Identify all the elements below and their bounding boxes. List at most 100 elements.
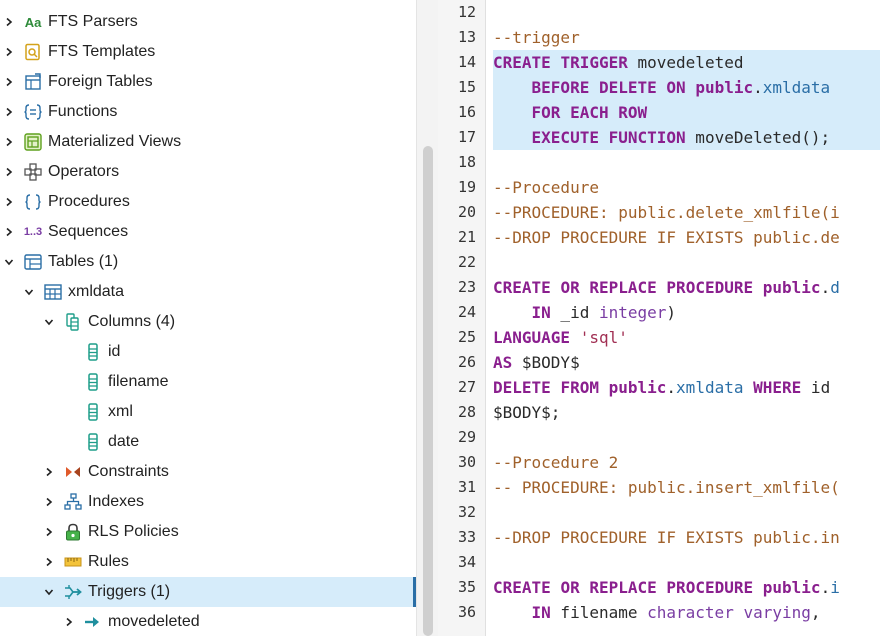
code-line-text[interactable] [493, 550, 880, 575]
expand-caret-icon[interactable] [40, 517, 58, 547]
tree-item-rules[interactable]: Rules [0, 547, 416, 577]
tree-item-triggers-1[interactable]: Triggers (1) [0, 577, 416, 607]
code-line-text[interactable]: --DROP PROCEDURE IF EXISTS public.de [493, 225, 880, 250]
expand-caret-icon[interactable] [40, 547, 58, 577]
code-line-text[interactable] [493, 425, 880, 450]
expand-caret-icon[interactable] [0, 217, 18, 247]
code-line-text[interactable]: --PROCEDURE: public.delete_xmlfile(i [493, 200, 880, 225]
tree-item-sequences[interactable]: 1..3 Sequences [0, 217, 416, 247]
line-number: 22 [457, 253, 476, 271]
collapse-caret-icon[interactable] [0, 247, 18, 277]
code-line[interactable]: 13 --trigger [438, 25, 880, 50]
expand-caret-icon[interactable] [0, 127, 18, 157]
tree-item-indexes[interactable]: Indexes [0, 487, 416, 517]
tree-item-tables-1[interactable]: Tables (1) [0, 247, 416, 277]
tree-item-movedeleted[interactable]: movedeleted [0, 607, 416, 636]
code-line[interactable]: 35 CREATE OR REPLACE PROCEDURE public.i [438, 575, 880, 600]
tree-item-operators[interactable]: Operators [0, 157, 416, 187]
tree-item-foreign-tables[interactable]: Foreign Tables [0, 67, 416, 97]
code-line[interactable]: 17 EXECUTE FUNCTION moveDeleted(); [438, 125, 880, 150]
tree-item-label: Operators [48, 163, 120, 180]
tree-item-label: Tables (1) [48, 253, 119, 270]
code-line[interactable]: 33 --DROP PROCEDURE IF EXISTS public.in [438, 525, 880, 550]
tree-item-date[interactable]: date [0, 427, 416, 457]
foreign-table-icon [22, 71, 44, 93]
code-line[interactable]: 23 CREATE OR REPLACE PROCEDURE public.d [438, 275, 880, 300]
code-line-text[interactable]: CREATE OR REPLACE PROCEDURE public.d [493, 275, 880, 300]
code-line-text[interactable]: CREATE TRIGGER movedeleted [493, 50, 880, 75]
code-line[interactable]: 25 LANGUAGE 'sql' [438, 325, 880, 350]
tree-item-label: filename [108, 373, 169, 390]
tree-item-label: RLS Policies [88, 523, 179, 540]
code-line-text[interactable]: $BODY$; [493, 400, 880, 425]
tree-item-rls-policies[interactable]: RLS Policies [0, 517, 416, 547]
code-line[interactable]: 28 $BODY$; [438, 400, 880, 425]
code-line-text[interactable]: --trigger [493, 25, 880, 50]
code-line-text[interactable]: --DROP PROCEDURE IF EXISTS public.in [493, 525, 880, 550]
expand-caret-icon[interactable] [0, 7, 18, 37]
tree-scrollbar[interactable] [416, 0, 438, 636]
code-line-text[interactable] [493, 0, 880, 25]
expand-caret-icon[interactable] [60, 607, 78, 636]
code-line-text[interactable]: --Procedure [493, 175, 880, 200]
code-line[interactable]: 24 IN _id integer) [438, 300, 880, 325]
code-line-text[interactable]: IN filename character varying, [493, 600, 880, 625]
tree-item-functions[interactable]: Functions [0, 97, 416, 127]
collapse-caret-icon[interactable] [40, 307, 58, 337]
code-line-text[interactable]: --Procedure 2 [493, 450, 880, 475]
collapse-caret-icon[interactable] [20, 277, 38, 307]
code-line[interactable]: 19 --Procedure [438, 175, 880, 200]
code-line[interactable]: 18 [438, 150, 880, 175]
code-line[interactable]: 15 BEFORE DELETE ON public.xmldata [438, 75, 880, 100]
caret-spacer [60, 427, 78, 457]
collapse-caret-icon[interactable] [40, 577, 58, 607]
tree-item-id[interactable]: id [0, 337, 416, 367]
code-line[interactable]: 12 [438, 0, 880, 25]
code-line-text[interactable]: IN _id integer) [493, 300, 880, 325]
tree-item-constraints[interactable]: Constraints [0, 457, 416, 487]
code-line[interactable]: 34 [438, 550, 880, 575]
tree-scrollbar-thumb[interactable] [423, 146, 433, 636]
code-line[interactable]: 30 --Procedure 2 [438, 450, 880, 475]
code-line-text[interactable] [493, 250, 880, 275]
line-number: 17 [457, 128, 476, 146]
expand-caret-icon[interactable] [40, 457, 58, 487]
code-line[interactable]: 27 DELETE FROM public.xmldata WHERE id [438, 375, 880, 400]
expand-caret-icon[interactable] [0, 97, 18, 127]
tree-item-filename[interactable]: filename [0, 367, 416, 397]
tree-item-fts-parsers[interactable]: Aa FTS Parsers [0, 7, 416, 37]
code-line[interactable]: 32 [438, 500, 880, 525]
tree-item-xmldata[interactable]: xmldata [0, 277, 416, 307]
code-line-text[interactable]: DELETE FROM public.xmldata WHERE id [493, 375, 880, 400]
code-line[interactable]: 22 [438, 250, 880, 275]
tree-item-xml[interactable]: xml [0, 397, 416, 427]
code-line[interactable]: 26 AS $BODY$ [438, 350, 880, 375]
code-line-text[interactable]: LANGUAGE 'sql' [493, 325, 880, 350]
expand-caret-icon[interactable] [0, 37, 18, 67]
code-line[interactable]: 31 -- PROCEDURE: public.insert_xmlfile( [438, 475, 880, 500]
code-line-text[interactable] [493, 150, 880, 175]
tree-item-materialized-views[interactable]: Materialized Views [0, 127, 416, 157]
expand-caret-icon[interactable] [40, 487, 58, 517]
code-line-text[interactable]: CREATE OR REPLACE PROCEDURE public.i [493, 575, 880, 600]
code-line-text[interactable]: FOR EACH ROW [493, 100, 880, 125]
code-line[interactable]: 20 --PROCEDURE: public.delete_xmlfile(i [438, 200, 880, 225]
tree-item-fts-templates[interactable]: FTS Templates [0, 37, 416, 67]
code-line-text[interactable]: BEFORE DELETE ON public.xmldata [493, 75, 880, 100]
code-line[interactable]: 36 IN filename character varying, [438, 600, 880, 625]
code-line[interactable]: 16 FOR EACH ROW [438, 100, 880, 125]
code-line-text[interactable]: -- PROCEDURE: public.insert_xmlfile( [493, 475, 880, 500]
code-line-text[interactable] [493, 500, 880, 525]
expand-caret-icon[interactable] [0, 67, 18, 97]
code-line[interactable]: 21 --DROP PROCEDURE IF EXISTS public.de [438, 225, 880, 250]
expand-caret-icon[interactable] [0, 187, 18, 217]
code-line-text[interactable]: AS $BODY$ [493, 350, 880, 375]
expand-caret-icon[interactable] [0, 157, 18, 187]
code-line-text[interactable]: EXECUTE FUNCTION moveDeleted(); [493, 125, 880, 150]
code-line[interactable]: 29 [438, 425, 880, 450]
tree-item-procedures[interactable]: Procedures [0, 187, 416, 217]
code-editor[interactable]: 12 13 --trigger 14 CREATE TRIGGER movedelete… [438, 0, 880, 636]
tree-item-columns-4[interactable]: Columns (4) [0, 307, 416, 337]
code-line[interactable]: 14 CREATE TRIGGER movedeleted [438, 50, 880, 75]
column-icon [82, 341, 104, 363]
